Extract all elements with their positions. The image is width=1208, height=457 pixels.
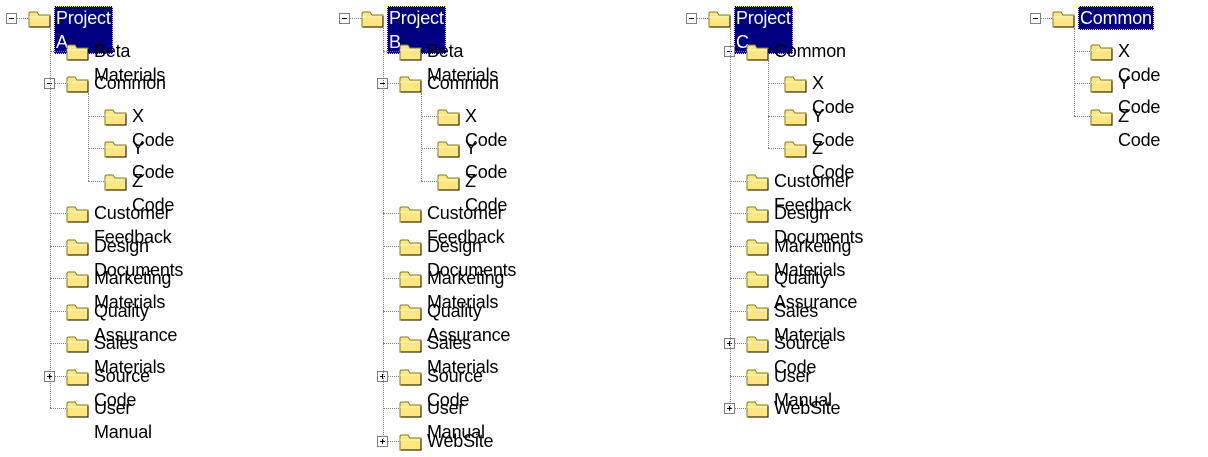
folder-icon — [66, 334, 90, 354]
minus-box-icon[interactable] — [339, 13, 350, 24]
folder-icon — [784, 74, 808, 94]
folder-icon — [746, 237, 770, 257]
folder-icon — [1052, 9, 1076, 29]
folder-icon — [399, 269, 423, 289]
folder-icon — [399, 237, 423, 257]
folder-icon — [784, 107, 808, 127]
tree-item-label: Z Code — [1118, 105, 1161, 150]
folder-icon — [746, 172, 770, 192]
folder-icon — [746, 42, 770, 62]
folder-icon — [746, 269, 770, 289]
tree-root-label: Common — [1078, 6, 1154, 30]
folder-icon — [399, 42, 423, 62]
folder-icon — [399, 74, 423, 94]
folder-icon — [1090, 74, 1114, 94]
folder-icon — [399, 399, 423, 419]
folder-icon — [66, 237, 90, 257]
tree-item-label: WebSite — [427, 430, 494, 451]
folder-icon — [399, 302, 423, 322]
minus-box-icon[interactable] — [6, 13, 17, 24]
tree-connector — [50, 27, 51, 408]
tree-connector — [768, 60, 769, 148]
tree-item-label: User Manual — [94, 398, 152, 442]
folder-icon — [1090, 107, 1114, 127]
folder-icon — [746, 334, 770, 354]
tree-item-label: Common — [427, 73, 499, 93]
tree-connector — [88, 92, 89, 181]
folder-icon — [399, 367, 423, 387]
folder-icon — [66, 367, 90, 387]
tree-item-label: Common — [94, 73, 166, 93]
tree-connector — [730, 27, 731, 408]
folder-icon — [437, 107, 461, 127]
folder-icon — [437, 172, 461, 192]
folder-icon — [104, 172, 128, 192]
folder-icon — [66, 399, 90, 419]
minus-box-icon[interactable] — [686, 13, 697, 24]
folder-icon — [66, 74, 90, 94]
tree-connector — [421, 92, 422, 181]
folder-icon — [66, 42, 90, 62]
folder-icon — [66, 269, 90, 289]
folder-icon — [1090, 42, 1114, 62]
folder-icon — [104, 139, 128, 159]
folder-icon — [104, 107, 128, 127]
folder-icon — [399, 204, 423, 224]
folder-icon — [708, 9, 732, 29]
minus-box-icon[interactable] — [1030, 13, 1041, 24]
tree-item-label: Common — [774, 40, 846, 61]
tree-connector — [1074, 27, 1075, 116]
folder-icon — [746, 399, 770, 419]
folder-icon — [746, 367, 770, 387]
folder-icon — [746, 302, 770, 322]
folder-icon — [437, 139, 461, 159]
folder-icon — [361, 9, 385, 29]
folder-icon — [66, 302, 90, 322]
tree-item-label: WebSite — [774, 398, 841, 418]
tree-connector — [383, 27, 384, 441]
folder-icon — [28, 9, 52, 29]
folder-icon — [784, 139, 808, 159]
folder-icon — [399, 432, 423, 452]
folder-icon — [746, 204, 770, 224]
folder-icon — [399, 334, 423, 354]
folder-icon — [66, 204, 90, 224]
